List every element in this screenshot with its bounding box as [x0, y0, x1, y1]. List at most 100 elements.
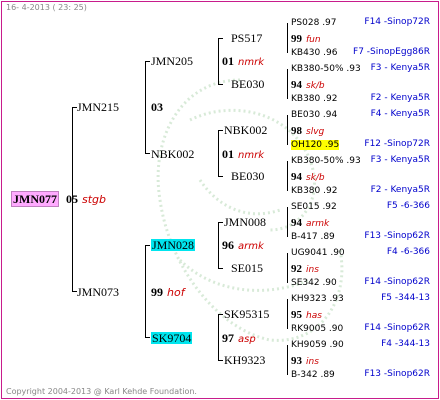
link-g2b [145, 153, 150, 154]
g3-code-7: has [306, 311, 322, 321]
g3-band-1[interactable]: PS517 [231, 32, 262, 44]
g2-year-1: 01 [222, 54, 234, 68]
gen4-row-11[interactable]: UG9041 .90 [291, 247, 345, 259]
link-g3f-v [287, 253, 288, 283]
g2-year-4: 97 [222, 331, 234, 345]
dam-band[interactable]: JMN073 [77, 286, 119, 298]
g2-band-1[interactable]: JMN205 [151, 55, 193, 67]
g3-code-4: sk/b [306, 173, 325, 183]
g3-meta-6: 92 ins [291, 262, 319, 276]
link-g2c-v [218, 222, 219, 269]
link-g3c-v [287, 115, 288, 145]
gen4-band[interactable]: BE030 [291, 110, 320, 120]
gen4-band[interactable]: B-417 [291, 232, 318, 242]
g3-code-8: ins [306, 357, 319, 367]
gen4-source-14: F14 -Sinop62R [364, 323, 430, 333]
gen4-row-1[interactable]: PS028 .97 [291, 17, 337, 29]
gen4-row-9[interactable]: SE015 .92 [291, 201, 337, 213]
gen4-band[interactable]: UG9041 [291, 248, 327, 258]
gen4-year: .93 [343, 64, 361, 74]
timestamp: 16- 4-2013 ( 23: 25) [6, 3, 87, 12]
gen4-band[interactable]: KB380 [291, 94, 320, 104]
link-g1a-v [145, 61, 146, 154]
gen4-band[interactable]: KH9059 [291, 340, 327, 350]
g3-meta-2: 94 sk/b [291, 78, 325, 92]
gen4-band[interactable]: PS028 [291, 18, 319, 28]
g3-band-6[interactable]: SE015 [231, 262, 263, 274]
gen4-year: .96 [320, 48, 338, 58]
g2-code-3: armk [238, 241, 264, 252]
copyright: Copyright 2004-2013 @ Karl Kehde Foundat… [6, 387, 197, 396]
g2-band-2[interactable]: NBK002 [151, 148, 194, 160]
gen4-year: .93 [343, 156, 361, 166]
g3-meta-7: 95 has [291, 308, 322, 322]
gen4-band[interactable]: KB430 [291, 48, 320, 58]
g3-code-2: sk/b [306, 81, 325, 91]
link-g3d [218, 176, 223, 177]
g2-meta-4: 97 asp [222, 332, 256, 346]
g2-band-4[interactable]: SK9704 [151, 332, 193, 344]
gen4-row-7[interactable]: KB380-50% .93 [291, 155, 361, 167]
gen4-source-10: F13 -Sinop62R [364, 231, 430, 241]
gen4-year: .90 [326, 324, 344, 334]
gen4-band[interactable]: KB380 [291, 186, 320, 196]
gen4-band[interactable]: KB380-50% [291, 64, 344, 74]
gen4-band[interactable]: KH9323 [291, 294, 327, 304]
gen4-source-16: F13 -Sinop62R [364, 369, 430, 379]
root-code: stgb [82, 193, 107, 206]
gen4-source-11: F4 -6-366 [386, 247, 430, 257]
g3-meta-3: 98 slvg [291, 124, 324, 138]
root-bird[interactable]: JMN077 05 stgb [11, 191, 107, 207]
gen4-row-4[interactable]: KB380 .92 [291, 93, 337, 105]
sire-year: 03 [151, 100, 163, 114]
link-g2a-v [218, 38, 219, 85]
g2-band-3[interactable]: JMN028 [151, 239, 196, 251]
gen4-year: .95 [322, 140, 340, 150]
link-g3f [218, 268, 223, 269]
g3-year-6: 92 [291, 263, 302, 275]
gen4-source-5: F4 - Kenya5R [370, 109, 430, 119]
gen4-row-14[interactable]: RK9005 .90 [291, 323, 343, 335]
g3-band-7[interactable]: SK95315 [224, 308, 269, 320]
gen4-row-15[interactable]: KH9059 .90 [291, 339, 344, 351]
gen4-year: .93 [326, 294, 344, 304]
gen4-source-6: F12 -Sinop72R [364, 139, 430, 149]
gen4-source-7: F3 - Kenya5R [370, 155, 430, 165]
link-g3a [218, 38, 223, 39]
g2-meta-1: 01 nmrk [222, 55, 264, 69]
g3-meta-4: 94 sk/b [291, 170, 325, 184]
g3-year-4: 94 [291, 171, 302, 183]
gen4-source-3: F3 - Kenya5R [370, 63, 430, 73]
g3-band-5[interactable]: JMN008 [224, 216, 266, 228]
gen4-row-12[interactable]: SE342 .90 [291, 277, 337, 289]
gen4-year: .92 [320, 186, 338, 196]
link-g3h-v [287, 345, 288, 375]
g3-meta-8: 93 ins [291, 354, 319, 368]
g3-code-3: slvg [306, 127, 325, 137]
gen4-band[interactable]: B-342 [291, 370, 318, 380]
g3-band-4[interactable]: BE030 [231, 170, 264, 182]
gen4-row-3[interactable]: KB380-50% .93 [291, 63, 361, 75]
g3-band-2[interactable]: BE030 [231, 78, 264, 90]
gen4-band[interactable]: SE342 [291, 278, 320, 288]
gen4-band[interactable]: OH120 [291, 140, 323, 150]
g3-code-6: ins [306, 265, 319, 275]
gen4-row-13[interactable]: KH9323 .93 [291, 293, 344, 305]
g2-code-1: nmrk [238, 57, 264, 68]
root-band[interactable]: JMN077 [11, 191, 59, 207]
gen4-row-5[interactable]: BE030 .94 [291, 109, 337, 121]
gen4-row-8[interactable]: KB380 .92 [291, 185, 337, 197]
gen4-year: .92 [319, 202, 337, 212]
sire-band[interactable]: JMN215 [77, 101, 119, 113]
g3-band-3[interactable]: NBK002 [224, 124, 267, 136]
gen4-row-2[interactable]: KB430 .96 [291, 47, 337, 59]
gen4-row-6[interactable]: OH120 .95 [291, 139, 340, 151]
g3-band-8[interactable]: KH9323 [224, 354, 265, 366]
link-g3h [218, 360, 223, 361]
gen4-band[interactable]: RK9005 [291, 324, 326, 334]
g3-code-1: fun [306, 35, 321, 45]
gen4-row-10[interactable]: B-417 .89 [291, 231, 335, 243]
gen4-band[interactable]: SE015 [291, 202, 320, 212]
gen4-band[interactable]: KB380-50% [291, 156, 344, 166]
gen4-row-16[interactable]: B-342 .89 [291, 369, 335, 381]
